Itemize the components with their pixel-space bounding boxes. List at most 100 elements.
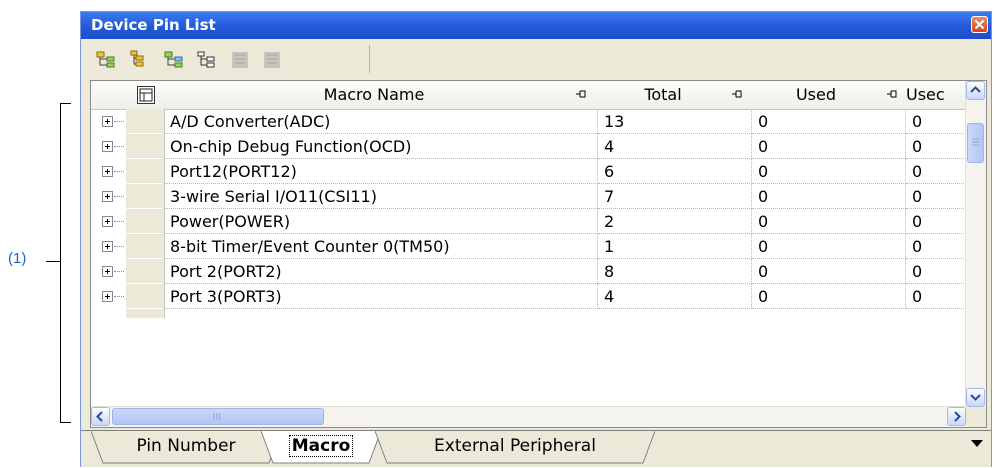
title-bar[interactable]: Device Pin List [81, 12, 991, 39]
expand-all-button[interactable] [95, 49, 117, 71]
collapse-selection-icon [197, 51, 215, 68]
used-cell: 0 [752, 234, 906, 259]
vertical-scrollbar[interactable] [965, 81, 986, 407]
pin-icon[interactable] [731, 88, 743, 100]
expand-icon[interactable] [102, 166, 113, 177]
row-selector[interactable] [126, 184, 165, 209]
usec-cell: 0 [906, 284, 966, 309]
device-pin-list-window: Device Pin List Macro Name Total Used Us… [80, 11, 992, 467]
tree-connector [114, 271, 124, 272]
scroll-down-button[interactable] [966, 388, 985, 407]
used-cell: 0 [752, 259, 906, 284]
used-cell: 0 [752, 109, 906, 134]
table-row[interactable]: Power(POWER) 2 0 0 [91, 209, 966, 234]
table-row[interactable]: Port12(PORT12) 6 0 0 [91, 159, 966, 184]
total-cell: 8 [598, 259, 752, 284]
tree-connector [114, 121, 124, 122]
disabled-tree-button-1[interactable] [229, 49, 251, 71]
table-row[interactable]: On-chip Debug Function(OCD) 4 0 0 [91, 134, 966, 159]
table-row[interactable]: A/D Converter(ADC) 13 0 0 [91, 109, 966, 134]
row-selector[interactable] [126, 209, 165, 234]
macro-name-cell: Port 3(PORT3) [164, 284, 598, 309]
annotation-label: (1) [8, 250, 27, 267]
macro-name-cell: A/D Converter(ADC) [164, 109, 598, 134]
horizontal-scroll-thumb[interactable] [112, 408, 324, 425]
expand-icon[interactable] [102, 216, 113, 227]
macro-grid: Macro Name Total Used Usec A/D Converter… [90, 80, 987, 428]
chevron-down-icon [970, 394, 981, 401]
expand-all-icon [96, 51, 115, 68]
usec-cell: 0 [906, 184, 966, 209]
expand-selection-icon [164, 51, 183, 68]
scroll-corner [966, 407, 986, 427]
total-cell: 1 [598, 234, 752, 259]
tab-label: Pin Number [136, 436, 236, 456]
table-row-partial [91, 309, 966, 318]
expand-icon[interactable] [102, 266, 113, 277]
tab-pin-number[interactable]: Pin Number [91, 431, 281, 464]
pin-icon[interactable] [886, 88, 898, 100]
total-cell: 4 [598, 284, 752, 309]
column-header-used[interactable]: Used [751, 81, 881, 109]
scroll-right-button[interactable] [947, 407, 966, 426]
vertical-scroll-thumb[interactable] [967, 123, 984, 163]
usec-cell: 0 [906, 259, 966, 284]
tree-connector [114, 296, 124, 297]
horizontal-scrollbar[interactable] [91, 406, 966, 427]
row-selector[interactable] [126, 259, 165, 284]
column-header-total[interactable]: Total [598, 81, 728, 109]
chevron-right-icon [954, 411, 961, 422]
disabled-tree-button-2[interactable] [261, 49, 283, 71]
tree-connector [114, 246, 124, 247]
expand-icon[interactable] [102, 191, 113, 202]
tab-external-peripheral[interactable]: External Peripheral [375, 431, 655, 464]
row-selector[interactable] [126, 109, 165, 134]
tree-connector [114, 221, 124, 222]
scroll-left-button[interactable] [91, 407, 110, 426]
window-title: Device Pin List [91, 16, 216, 34]
usec-cell: 0 [906, 209, 966, 234]
usec-cell: 0 [906, 109, 966, 134]
row-selector[interactable] [126, 134, 165, 159]
tree-connector [114, 146, 124, 147]
total-cell: 13 [598, 109, 752, 134]
table-row[interactable]: Port 3(PORT3) 4 0 0 [91, 284, 966, 309]
used-cell: 0 [752, 209, 906, 234]
column-chooser-icon[interactable] [137, 86, 155, 104]
table-row[interactable]: Port 2(PORT2) 8 0 0 [91, 259, 966, 284]
used-cell: 0 [752, 134, 906, 159]
total-cell: 2 [598, 209, 752, 234]
table-row[interactable]: 3-wire Serial I/O11(CSI11) 7 0 0 [91, 184, 966, 209]
row-selector[interactable] [126, 234, 165, 259]
pin-icon[interactable] [575, 88, 587, 100]
scroll-up-button[interactable] [966, 81, 985, 100]
expand-icon[interactable] [102, 291, 113, 302]
row-selector[interactable] [126, 284, 165, 309]
column-header-usec[interactable]: Usec [906, 81, 966, 109]
toolbar-group [89, 45, 370, 73]
chevron-left-icon [96, 411, 103, 422]
annotation-tick [46, 261, 60, 262]
close-button[interactable] [971, 16, 988, 33]
expand-selection-button[interactable] [163, 49, 185, 71]
usec-cell: 0 [906, 134, 966, 159]
expand-icon[interactable] [102, 116, 113, 127]
collapse-all-icon [130, 50, 144, 67]
table-row[interactable]: 8-bit Timer/Event Counter 0(TM50) 1 0 0 [91, 234, 966, 259]
tree-connector [114, 196, 124, 197]
macro-name-cell: 8-bit Timer/Event Counter 0(TM50) [164, 234, 598, 259]
tab-label: Macro [288, 435, 354, 457]
used-cell: 0 [752, 284, 906, 309]
macro-name-cell: Port12(PORT12) [164, 159, 598, 184]
column-header-macro-name[interactable]: Macro Name [164, 81, 584, 109]
tab-menu-arrow-icon[interactable] [971, 440, 983, 447]
total-cell: 4 [598, 134, 752, 159]
row-selector[interactable] [126, 159, 165, 184]
tab-macro[interactable]: Macro [261, 431, 381, 464]
disabled-tree-icon-2 [264, 52, 280, 68]
used-cell: 0 [752, 184, 906, 209]
expand-icon[interactable] [102, 141, 113, 152]
expand-icon[interactable] [102, 241, 113, 252]
collapse-selection-button[interactable] [195, 49, 217, 71]
collapse-all-button[interactable] [127, 49, 149, 71]
